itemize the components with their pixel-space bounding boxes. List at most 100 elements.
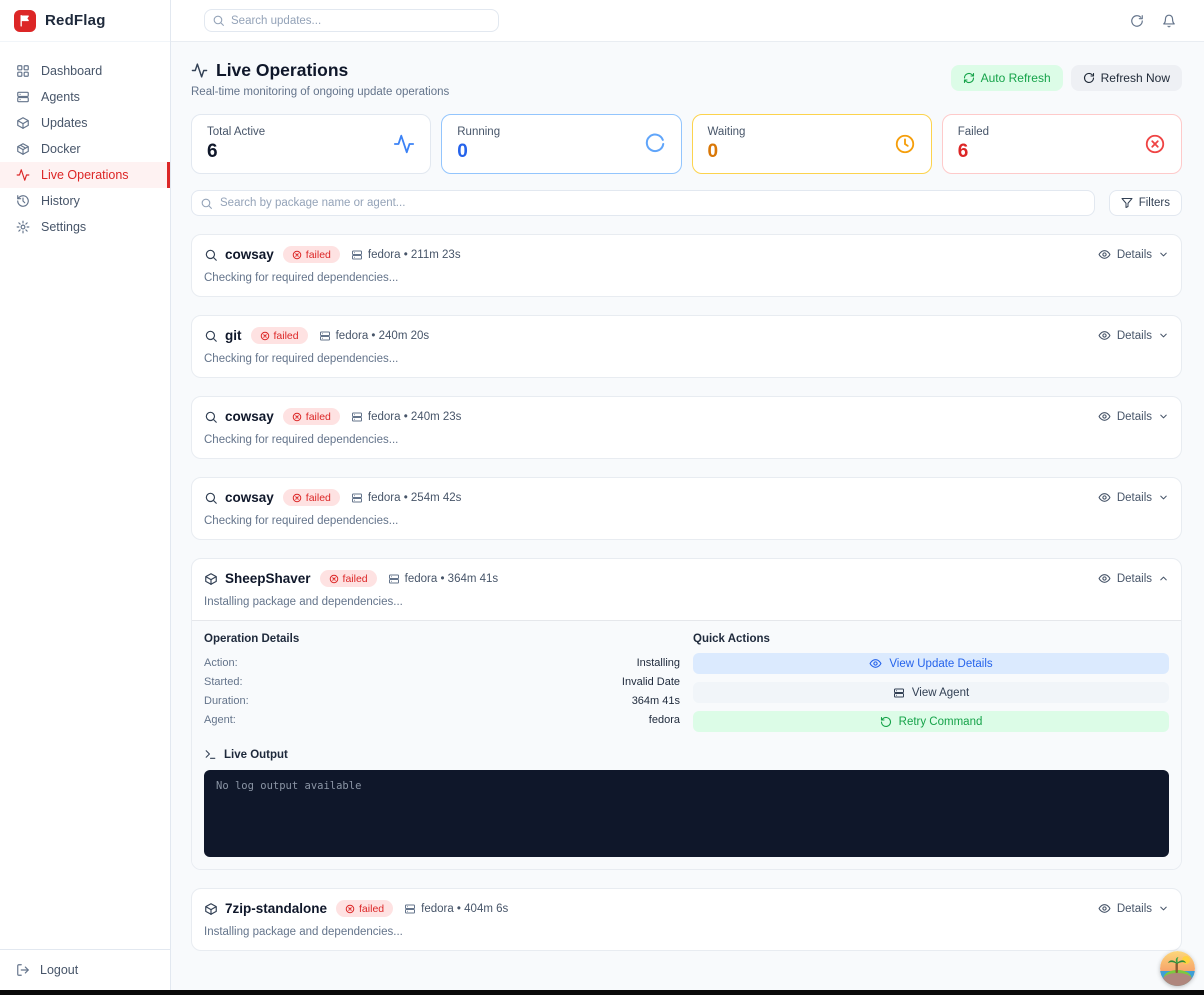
view-update-details-button[interactable]: View Update Details (693, 653, 1169, 674)
quick-actions-section: Quick Actions View Update Details View A… (693, 633, 1169, 740)
live-output-terminal: No log output available (204, 770, 1169, 857)
activity-icon (191, 62, 208, 79)
operation-card: cowsay failed fedora • 254m 42s Details … (191, 477, 1182, 540)
island-avatar-button[interactable] (1160, 951, 1195, 986)
refresh-now-button[interactable]: Refresh Now (1071, 65, 1182, 91)
retry-command-button[interactable]: Retry Command (693, 711, 1169, 732)
status-badge-label: failed (274, 330, 299, 342)
status-badge: failed (336, 900, 393, 917)
redflag-logo (14, 10, 36, 32)
operation-meta-text: fedora • 211m 23s (368, 249, 461, 261)
stat-label: Failed (958, 126, 989, 138)
filters-button[interactable]: Filters (1109, 190, 1182, 216)
bottom-black-bar (0, 990, 1204, 995)
operation-name: cowsay (225, 409, 274, 424)
view-agent-label: View Agent (912, 687, 969, 699)
auto-refresh-button[interactable]: Auto Refresh (951, 65, 1063, 91)
stat-label: Running (457, 126, 500, 138)
status-badge: failed (283, 489, 340, 506)
chevron-down-icon (1158, 249, 1169, 260)
details-button[interactable]: Details (1098, 410, 1169, 423)
details-button-label: Details (1117, 330, 1152, 342)
sidebar-item-live-operations[interactable]: Live Operations (0, 162, 170, 188)
brand-header: RedFlag (0, 0, 170, 42)
operation-message: Checking for required dependencies... (204, 272, 1169, 284)
sidebar-item-history[interactable]: History (0, 188, 170, 214)
server-icon (404, 903, 416, 915)
package-search-input[interactable] (191, 190, 1095, 216)
operation-message: Checking for required dependencies... (204, 434, 1169, 446)
search-icon (204, 248, 218, 262)
details-button[interactable]: Details (1098, 902, 1169, 915)
details-button[interactable]: Details (1098, 248, 1169, 261)
details-button[interactable]: Details (1098, 491, 1169, 504)
refresh-icon[interactable] (1130, 14, 1144, 28)
status-badge: failed (283, 246, 340, 263)
operation-details-title: Operation Details (204, 633, 680, 645)
detail-value: 364m 41s (632, 695, 680, 707)
details-button-label: Details (1117, 903, 1152, 915)
search-icon (200, 197, 213, 210)
details-button[interactable]: Details (1098, 572, 1169, 585)
status-badge: failed (283, 408, 340, 425)
detail-row: Action:Installing (204, 653, 680, 672)
detail-label: Duration: (204, 695, 249, 707)
sidebar-item-label: Docker (41, 142, 81, 156)
package-icon (204, 902, 218, 916)
sidebar-item-label: History (41, 194, 80, 208)
logout-icon (16, 963, 30, 977)
stat-label: Total Active (207, 126, 265, 138)
x-circle-icon (292, 412, 302, 422)
status-badge-label: failed (306, 249, 331, 261)
eye-icon (1098, 410, 1111, 423)
details-button[interactable]: Details (1098, 329, 1169, 342)
package-icon (204, 572, 218, 586)
operation-meta-text: fedora • 364m 41s (405, 573, 499, 585)
page-subtitle: Real-time monitoring of ongoing update o… (191, 86, 449, 98)
detail-label: Agent: (204, 714, 236, 726)
search-icon (212, 14, 225, 27)
chevron-down-icon (1158, 330, 1169, 341)
operation-name: git (225, 328, 242, 343)
status-badge-label: failed (359, 903, 384, 915)
x-circle-icon (329, 574, 339, 584)
view-agent-button[interactable]: View Agent (693, 682, 1169, 703)
sidebar-item-dashboard[interactable]: Dashboard (0, 58, 170, 84)
eye-icon (869, 657, 882, 670)
refresh-cw-icon (963, 72, 975, 84)
x-circle-icon (260, 331, 270, 341)
stat-card: Total Active 6 (191, 114, 431, 174)
sidebar-item-docker[interactable]: Docker (0, 136, 170, 162)
sidebar-item-agents[interactable]: Agents (0, 84, 170, 110)
operation-details-section: Operation Details Action:InstallingStart… (204, 633, 680, 740)
chevron-up-icon (1158, 573, 1169, 584)
operation-name: SheepShaver (225, 571, 311, 586)
logout-button[interactable]: Logout (16, 963, 154, 977)
flag-icon (19, 14, 32, 27)
operation-message: Installing package and dependencies... (204, 926, 1169, 938)
page-header: Live Operations Real-time monitoring of … (191, 60, 1182, 98)
status-badge: failed (251, 327, 308, 344)
detail-value: Invalid Date (622, 676, 680, 688)
eye-icon (1098, 329, 1111, 342)
filter-row: Filters (191, 190, 1182, 216)
stat-label: Waiting (708, 126, 746, 138)
global-search-input[interactable] (204, 9, 499, 32)
bell-icon[interactable] (1162, 14, 1176, 28)
search-icon (204, 491, 218, 505)
server-icon (388, 573, 400, 585)
sidebar: RedFlag Dashboard Agents Updates Docker … (0, 0, 171, 990)
island-avatar-image (1160, 951, 1195, 986)
sidebar-item-updates[interactable]: Updates (0, 110, 170, 136)
stat-value: 6 (207, 141, 265, 163)
sidebar-item-label: Live Operations (41, 168, 129, 182)
sidebar-item-settings[interactable]: Settings (0, 214, 170, 240)
x-circle-icon (292, 250, 302, 260)
server-icon (351, 492, 363, 504)
operation-details-rows: Action:InstallingStarted:Invalid DateDur… (204, 653, 680, 729)
stat-card: Waiting 0 (692, 114, 932, 174)
history-icon (16, 194, 30, 208)
operation-card: cowsay failed fedora • 211m 23s Details … (191, 234, 1182, 297)
status-badge: failed (320, 570, 377, 587)
operation-meta-text: fedora • 240m 23s (368, 411, 462, 423)
